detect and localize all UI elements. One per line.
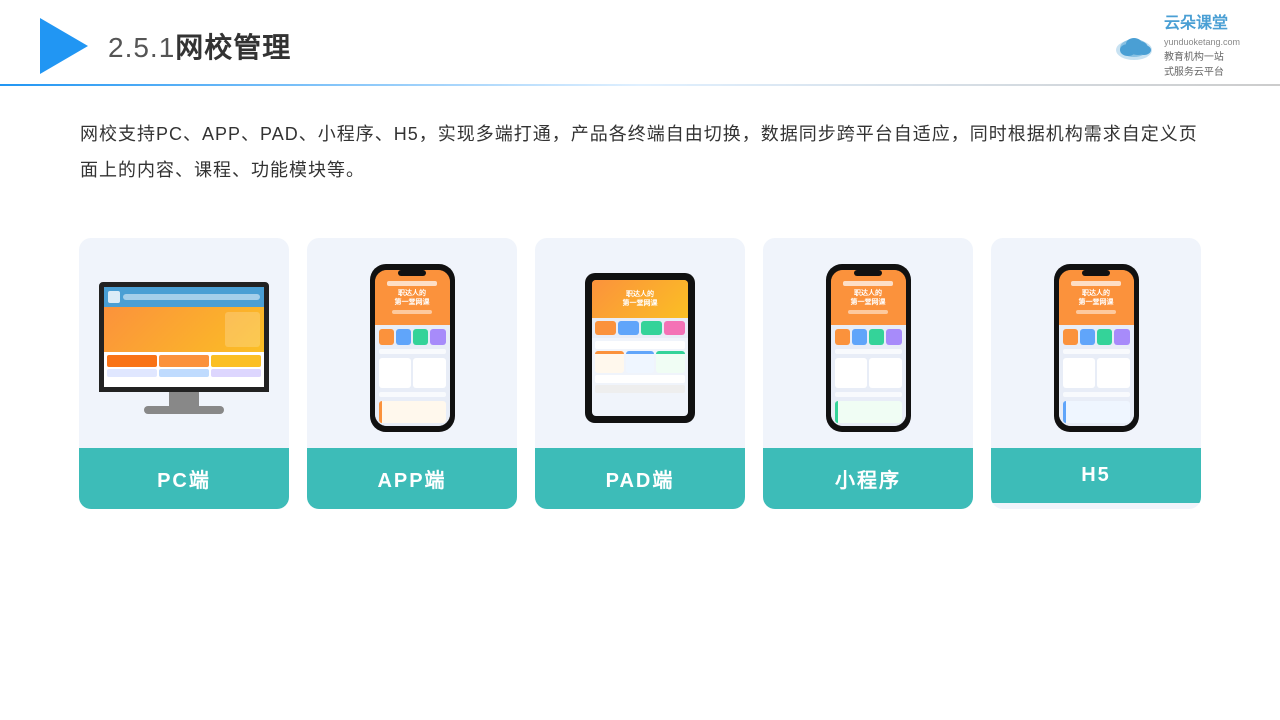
miniprogram-hero-text: 职达人的第一堂网课 — [851, 289, 886, 307]
miniprogram-screen-bottom — [831, 325, 906, 426]
h5-screen-top: 职达人的第一堂网课 — [1059, 270, 1134, 325]
brand-url: yunduoketang.com — [1164, 36, 1240, 50]
page-title: 2.5.1网校管理 — [108, 26, 291, 66]
mini-h5-icon-4 — [1114, 329, 1129, 345]
h5-icon-row — [1063, 329, 1130, 345]
description-text: 网校支持PC、APP、PAD、小程序、H5，实现多端打通，产品各终端自由切换，数… — [0, 86, 1280, 188]
mini-h5-bar — [1063, 349, 1130, 354]
pc-stand-neck — [169, 392, 199, 406]
phone-notch — [398, 270, 426, 276]
mini-h5-icon-2 — [1080, 329, 1095, 345]
miniprogram-phone-mockup: 职达人的第一堂网课 — [826, 264, 911, 432]
mini-mp-course — [835, 401, 902, 423]
pc-stand-base — [144, 406, 224, 414]
card-miniprogram-image: 职达人的第一堂网课 — [763, 238, 973, 448]
phone-icon-row — [379, 329, 446, 345]
title-cn: 网校管理 — [175, 32, 291, 63]
mini-icon-2 — [396, 329, 411, 345]
miniprogram-phone-screen: 职达人的第一堂网课 — [831, 270, 906, 426]
description-content: 网校支持PC、APP、PAD、小程序、H5，实现多端打通，产品各终端自由切换，数… — [80, 124, 1198, 180]
card-app-label: APP端 — [307, 448, 517, 509]
mini-mp-icon-1 — [835, 329, 850, 345]
phone-screen: 职达人的第一堂网课 — [375, 270, 450, 426]
mini-h5-course — [1063, 401, 1130, 423]
phone-screen-top: 职达人的第一堂网课 — [375, 270, 450, 325]
mini-icon-1 — [379, 329, 394, 345]
mini-icon-3 — [413, 329, 428, 345]
card-pc-label: PC端 — [79, 448, 289, 509]
mini-h5-icon-1 — [1063, 329, 1078, 345]
card-app-image: 职达人的第一堂网课 — [307, 238, 517, 448]
miniprogram-phone-notch — [854, 270, 882, 276]
mini-card-a — [379, 358, 412, 388]
pc-screen — [99, 282, 269, 392]
mini-h5-cards — [1063, 358, 1130, 388]
mini-mp-cards — [835, 358, 902, 388]
phone-screen-bottom — [375, 325, 450, 426]
card-h5: 职达人的第一堂网课 — [991, 238, 1201, 509]
logo-triangle-icon — [40, 18, 88, 74]
card-h5-label: H5 — [991, 448, 1201, 503]
miniprogram-icon-row — [835, 329, 902, 345]
card-pad-image: 职达人的第一堂网课 — [535, 238, 745, 448]
cloud-icon — [1112, 30, 1156, 62]
mini-h5-card-b — [1097, 358, 1130, 388]
mini-mp-icon-2 — [852, 329, 867, 345]
h5-hero-text: 职达人的第一堂网课 — [1079, 289, 1114, 307]
mini-mp-bar2 — [835, 392, 902, 397]
brand-text: 云朵课堂 yunduoketang.com 教育机构一站 式服务云平台 — [1164, 12, 1240, 80]
tablet-mockup: 职达人的第一堂网课 — [585, 273, 695, 423]
card-pc-image — [79, 238, 289, 448]
h5-phone-screen: 职达人的第一堂网课 — [1059, 270, 1134, 426]
card-pad: 职达人的第一堂网课 — [535, 238, 745, 509]
card-app: 职达人的第一堂网课 — [307, 238, 517, 509]
card-pc: PC端 — [79, 238, 289, 509]
platform-cards: PC端 职达人的第一堂网课 — [0, 198, 1280, 509]
title-number: 2.5.1 — [108, 32, 175, 63]
mini-mp-icon-4 — [886, 329, 901, 345]
mini-cards-row — [379, 358, 446, 388]
brand-name: 云朵课堂 — [1164, 12, 1240, 36]
mini-mp-card-a — [835, 358, 868, 388]
mini-h5-icon-3 — [1097, 329, 1112, 345]
phone-hero-text: 职达人的第一堂网课 — [395, 289, 430, 307]
card-h5-image: 职达人的第一堂网课 — [991, 238, 1201, 448]
mini-mp-card-b — [869, 358, 902, 388]
tablet-screen: 职达人的第一堂网课 — [592, 280, 688, 416]
card-miniprogram: 职达人的第一堂网课 — [763, 238, 973, 509]
mini-bar-2 — [379, 392, 446, 397]
mini-course-row — [379, 401, 446, 423]
h5-screen-bottom — [1059, 325, 1134, 426]
tablet-body: 职达人的第一堂网课 — [585, 273, 695, 423]
card-pad-label: PAD端 — [535, 448, 745, 509]
brand-logo: 云朵课堂 yunduoketang.com 教育机构一站 式服务云平台 — [1112, 12, 1240, 80]
card-miniprogram-label: 小程序 — [763, 448, 973, 509]
mini-card-b — [413, 358, 446, 388]
mini-mp-icon-3 — [869, 329, 884, 345]
mini-bar-1 — [379, 349, 446, 354]
app-phone-mockup: 职达人的第一堂网课 — [370, 264, 455, 432]
brand-tagline: 教育机构一站 式服务云平台 — [1164, 50, 1240, 80]
mini-icon-4 — [430, 329, 445, 345]
pc-mockup — [99, 282, 269, 414]
miniprogram-screen-top: 职达人的第一堂网课 — [831, 270, 906, 325]
mini-h5-bar2 — [1063, 392, 1130, 397]
mini-mp-bar — [835, 349, 902, 354]
mini-h5-card-a — [1063, 358, 1096, 388]
h5-phone-mockup: 职达人的第一堂网课 — [1054, 264, 1139, 432]
h5-phone-notch — [1082, 270, 1110, 276]
header: 2.5.1网校管理 云朵课堂 yunduoketang.com 教育机构一站 式… — [0, 0, 1280, 74]
